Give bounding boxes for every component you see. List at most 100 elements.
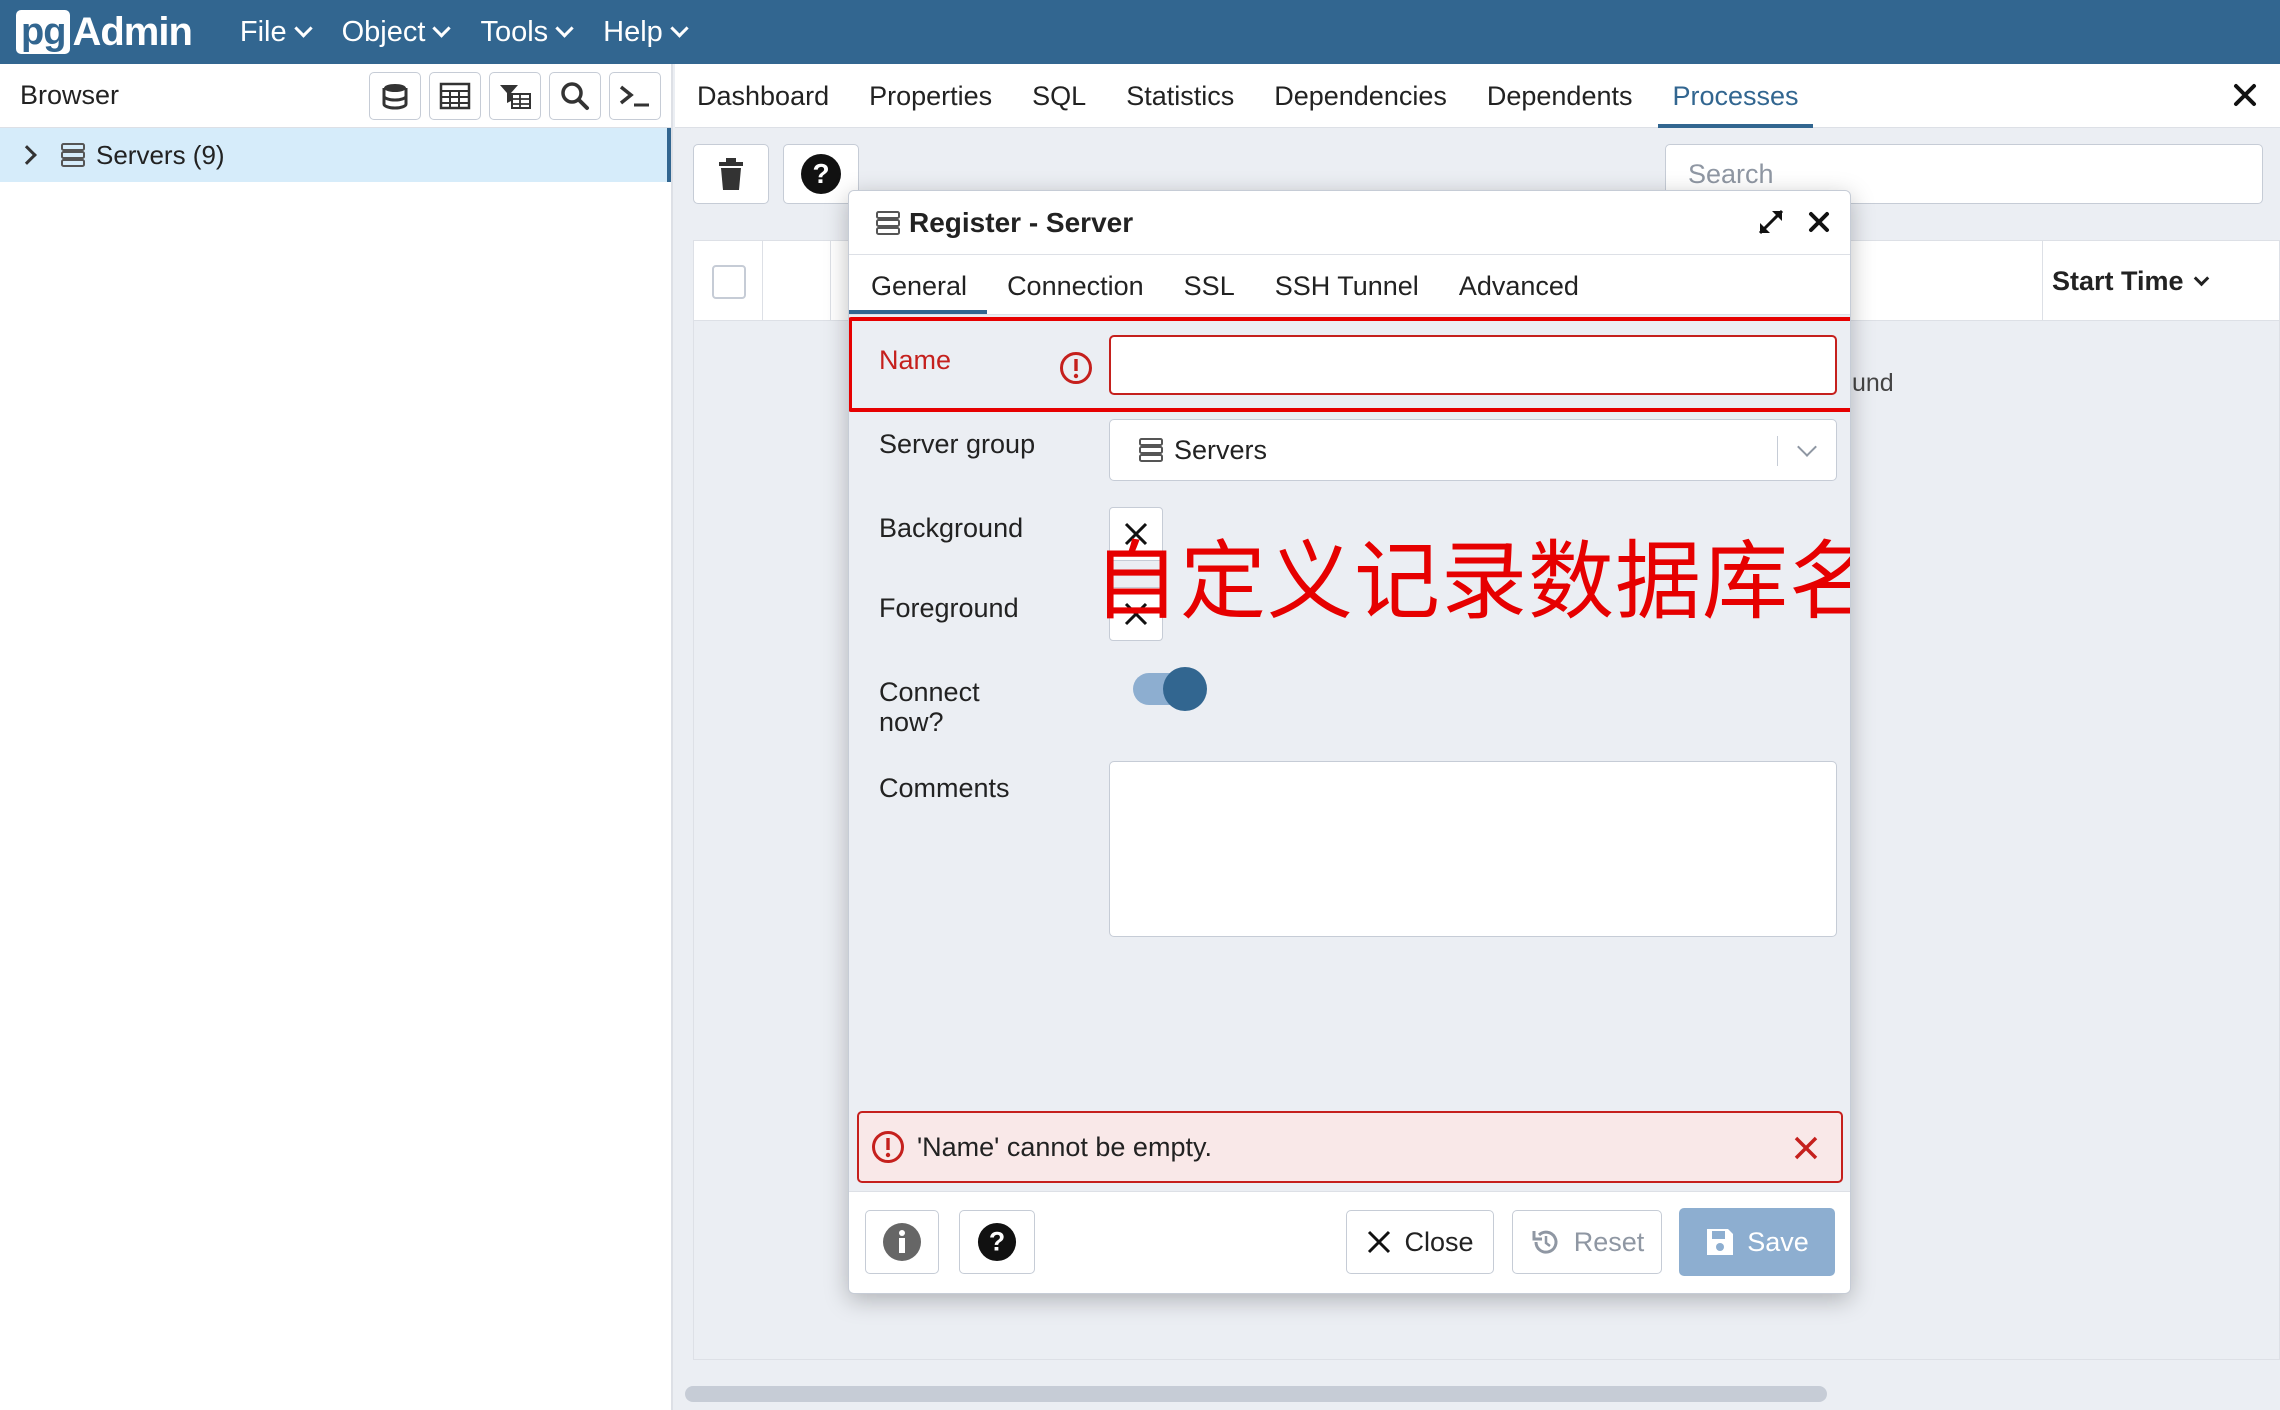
connect-now-toggle[interactable] <box>1133 667 1207 711</box>
tab-advanced[interactable]: Advanced <box>1459 271 1599 314</box>
browser-title: Browser <box>20 80 120 110</box>
logo-prefix: pg <box>16 10 71 54</box>
comments-label: Comments <box>879 773 1010 803</box>
menu-tools[interactable]: Tools <box>480 15 574 49</box>
error-notification: 'Name' cannot be empty. <box>857 1111 1843 1183</box>
dialog-title: Register - Server <box>909 206 1134 238</box>
column-divider <box>2042 241 2043 321</box>
info-icon <box>883 1223 921 1261</box>
tab-statistics[interactable]: Statistics <box>1126 64 1234 128</box>
maximize-icon[interactable] <box>1756 207 1786 237</box>
server-group-icon <box>1139 438 1163 462</box>
menu-file-label: File <box>239 15 287 48</box>
query-tool-button[interactable] <box>369 71 421 120</box>
dialog-footer: ? Close Reset Save <box>849 1191 1850 1293</box>
chevron-down-icon <box>293 18 313 38</box>
connect-now-label-line2: now? <box>879 707 944 737</box>
save-button-label: Save <box>1747 1226 1809 1257</box>
pgadmin-logo: pg Admin <box>16 0 193 64</box>
name-input[interactable] <box>1109 335 1837 395</box>
table-icon <box>439 82 471 109</box>
dialog-header-actions <box>1756 207 1834 237</box>
info-button[interactable] <box>865 1210 939 1274</box>
tree-item-servers[interactable]: Servers (9) <box>0 128 671 182</box>
column-divider <box>830 241 831 321</box>
help-button[interactable]: ? <box>959 1210 1035 1274</box>
comments-textarea[interactable] <box>1109 761 1837 937</box>
browser-toolbar <box>369 71 661 120</box>
dialog-tabs: General Connection SSL SSH Tunnel Advanc… <box>849 255 1850 315</box>
filter-table-icon <box>500 84 531 109</box>
tab-ssl[interactable]: SSL <box>1184 271 1255 314</box>
menu-tools-label: Tools <box>480 15 549 48</box>
help-icon: ? <box>977 1222 1017 1262</box>
reset-button-label: Reset <box>1573 1226 1645 1257</box>
column-start-time-label: Start Time <box>2052 266 2184 296</box>
menu-object-label: Object <box>341 15 426 48</box>
main-tabbar: Dashboard Properties SQL Statistics Depe… <box>675 64 2280 128</box>
tab-ssh-tunnel[interactable]: SSH Tunnel <box>1275 271 1439 314</box>
reset-icon <box>1532 1230 1558 1254</box>
close-icon[interactable] <box>2230 80 2260 110</box>
menu-object[interactable]: Object <box>341 15 452 49</box>
server-icon <box>876 210 900 235</box>
horizontal-scrollbar[interactable] <box>685 1386 1827 1402</box>
column-start-time[interactable]: Start Time <box>2052 241 2209 321</box>
tab-general[interactable]: General <box>849 271 988 314</box>
no-rows-message: und <box>1852 369 1894 397</box>
menu-help[interactable]: Help <box>603 15 689 49</box>
select-all-checkbox[interactable] <box>712 265 746 299</box>
close-icon[interactable] <box>1793 1135 1819 1161</box>
column-divider <box>762 241 763 321</box>
tab-properties[interactable]: Properties <box>869 64 992 128</box>
close-button[interactable]: Close <box>1346 1210 1494 1274</box>
chevron-down-icon <box>670 18 689 38</box>
browser-panel: Browser Servers (9) <box>0 64 673 1410</box>
tab-dependents[interactable]: Dependents <box>1487 64 1633 128</box>
error-icon <box>872 1131 904 1163</box>
chevron-down-icon <box>555 18 574 38</box>
chevron-down-icon <box>432 18 452 38</box>
tab-connection[interactable]: Connection <box>1007 271 1164 314</box>
tab-sql[interactable]: SQL <box>1032 64 1086 128</box>
connect-now-label: Connect now? <box>879 675 980 739</box>
chevron-down-icon <box>2193 271 2209 287</box>
chevron-right-icon[interactable] <box>17 145 37 165</box>
error-icon <box>1060 352 1092 384</box>
terminal-icon <box>619 85 649 106</box>
tree-item-label: Servers (9) <box>96 139 225 170</box>
top-menubar: pg Admin File Object Tools Help <box>0 0 2280 64</box>
search-objects-button[interactable] <box>549 71 601 120</box>
menu-file[interactable]: File <box>239 15 313 49</box>
select-separator <box>1777 436 1778 466</box>
background-label: Background <box>879 513 1024 543</box>
close-icon <box>1368 1230 1391 1254</box>
server-group-icon <box>61 143 85 167</box>
tab-dashboard[interactable]: Dashboard <box>697 64 829 128</box>
close-icon[interactable] <box>1804 207 1834 237</box>
terminate-button[interactable] <box>693 144 769 204</box>
svg-text:?: ? <box>812 158 829 189</box>
logo-text: Admin <box>72 9 192 54</box>
tab-processes[interactable]: Processes <box>1658 64 1813 128</box>
reset-button[interactable]: Reset <box>1512 1210 1662 1274</box>
save-button[interactable]: Save <box>1679 1208 1835 1276</box>
svg-text:?: ? <box>989 1227 1005 1257</box>
main-menu: File Object Tools Help <box>240 16 718 49</box>
view-data-button[interactable] <box>429 71 481 120</box>
toggle-knob <box>1163 667 1207 711</box>
tab-dependencies[interactable]: Dependencies <box>1274 64 1447 128</box>
database-icon <box>382 83 408 110</box>
dialog-header[interactable]: Register - Server <box>849 191 1850 255</box>
connect-now-label-line1: Connect <box>879 677 980 707</box>
name-label: Name <box>879 345 952 375</box>
save-icon <box>1707 1229 1734 1255</box>
chevron-down-icon[interactable] <box>1797 437 1817 457</box>
server-group-value: Servers <box>1174 434 1268 465</box>
menu-help-label: Help <box>603 15 663 48</box>
server-group-select[interactable]: Servers <box>1109 419 1837 481</box>
help-icon: ? <box>801 154 841 194</box>
foreground-label: Foreground <box>879 593 1019 623</box>
filtered-rows-button[interactable] <box>489 71 541 120</box>
psql-tool-button[interactable] <box>609 71 661 120</box>
